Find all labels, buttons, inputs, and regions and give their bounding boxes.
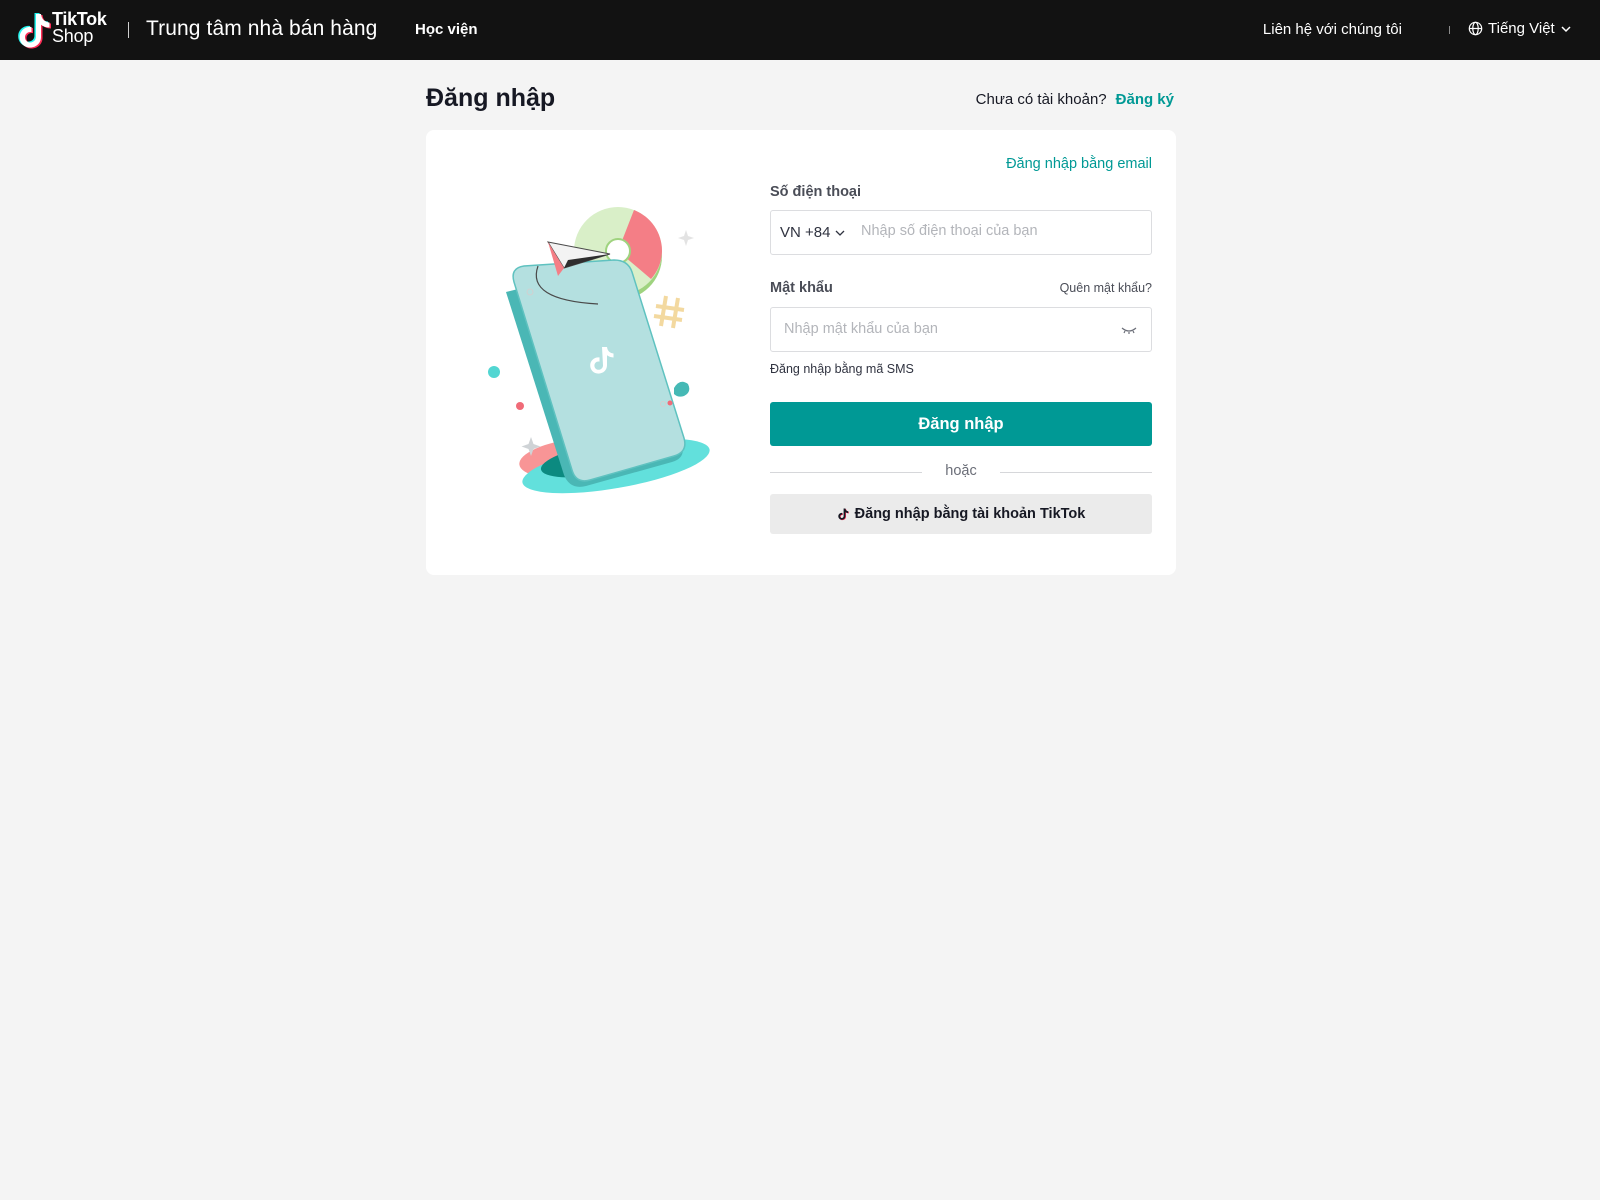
country-code-value: VN +84 — [780, 224, 831, 241]
language-selector[interactable]: Tiếng Việt — [1468, 20, 1572, 37]
contact-us-link[interactable]: Liên hệ với chúng tôi — [1263, 21, 1402, 38]
tiktok-shop-logo[interactable]: TikTok Shop — [14, 10, 114, 50]
or-divider: hoặc — [770, 462, 1152, 482]
login-button[interactable]: Đăng nhập — [770, 402, 1152, 446]
tiktok-note-icon — [837, 508, 849, 520]
phone-number-field[interactable]: Nhập số điện thoại của bạn — [861, 223, 1038, 239]
phone-label: Số điện thoại — [770, 184, 862, 200]
login-card: Đăng nhập bằng email Số điện thoại VN +8… — [426, 130, 1176, 575]
chevron-down-icon — [1561, 25, 1571, 32]
login-with-tiktok-button[interactable]: Đăng nhập bằng tài khoản TikTok — [770, 494, 1152, 534]
nav-academy-link[interactable]: Học viện — [415, 21, 478, 38]
header-divider — [128, 22, 129, 38]
login-with-sms-link[interactable]: Đăng nhập bằng mã SMS — [770, 362, 914, 376]
signup-question: Chưa có tài khoản? — [975, 91, 1107, 108]
login-with-email-link[interactable]: Đăng nhập bằng email — [1006, 156, 1152, 172]
globe-icon — [1468, 21, 1483, 36]
logo-wordmark: TikTok Shop — [52, 10, 107, 46]
chevron-down-icon — [835, 230, 845, 236]
password-input-group: Nhập mật khẩu của bạn — [770, 307, 1152, 352]
or-text: hoặc — [945, 463, 977, 479]
top-navigation-bar: TikTok Shop Trung tâm nhà bán hàng Học v… — [0, 0, 1600, 60]
login-with-tiktok-label: Đăng nhập bằng tài khoản TikTok — [854, 506, 1086, 522]
password-label: Mật khẩu — [770, 280, 833, 296]
phone-input-group: VN +84 Nhập số điện thoại của bạn — [770, 210, 1152, 255]
signup-prompt: Chưa có tài khoản? Đăng ký — [976, 91, 1174, 108]
forgot-password-link[interactable]: Quên mật khẩu? — [1060, 281, 1152, 295]
divider-line-right — [1000, 472, 1152, 473]
page-title: Đăng nhập — [426, 84, 556, 112]
tiktok-note-icon — [18, 13, 51, 49]
country-code-select[interactable]: VN +84 — [780, 224, 846, 241]
signup-link[interactable]: Đăng ký — [1116, 91, 1174, 108]
password-field[interactable]: Nhập mật khẩu của bạn — [784, 321, 938, 337]
site-title: Trung tâm nhà bán hàng — [146, 17, 378, 40]
phone-illustration — [488, 207, 710, 494]
eye-closed-icon[interactable] — [1121, 325, 1137, 335]
header-small-divider — [1449, 26, 1450, 34]
logo-line-2: Shop — [52, 26, 94, 46]
language-label: Tiếng Việt — [1488, 20, 1555, 37]
